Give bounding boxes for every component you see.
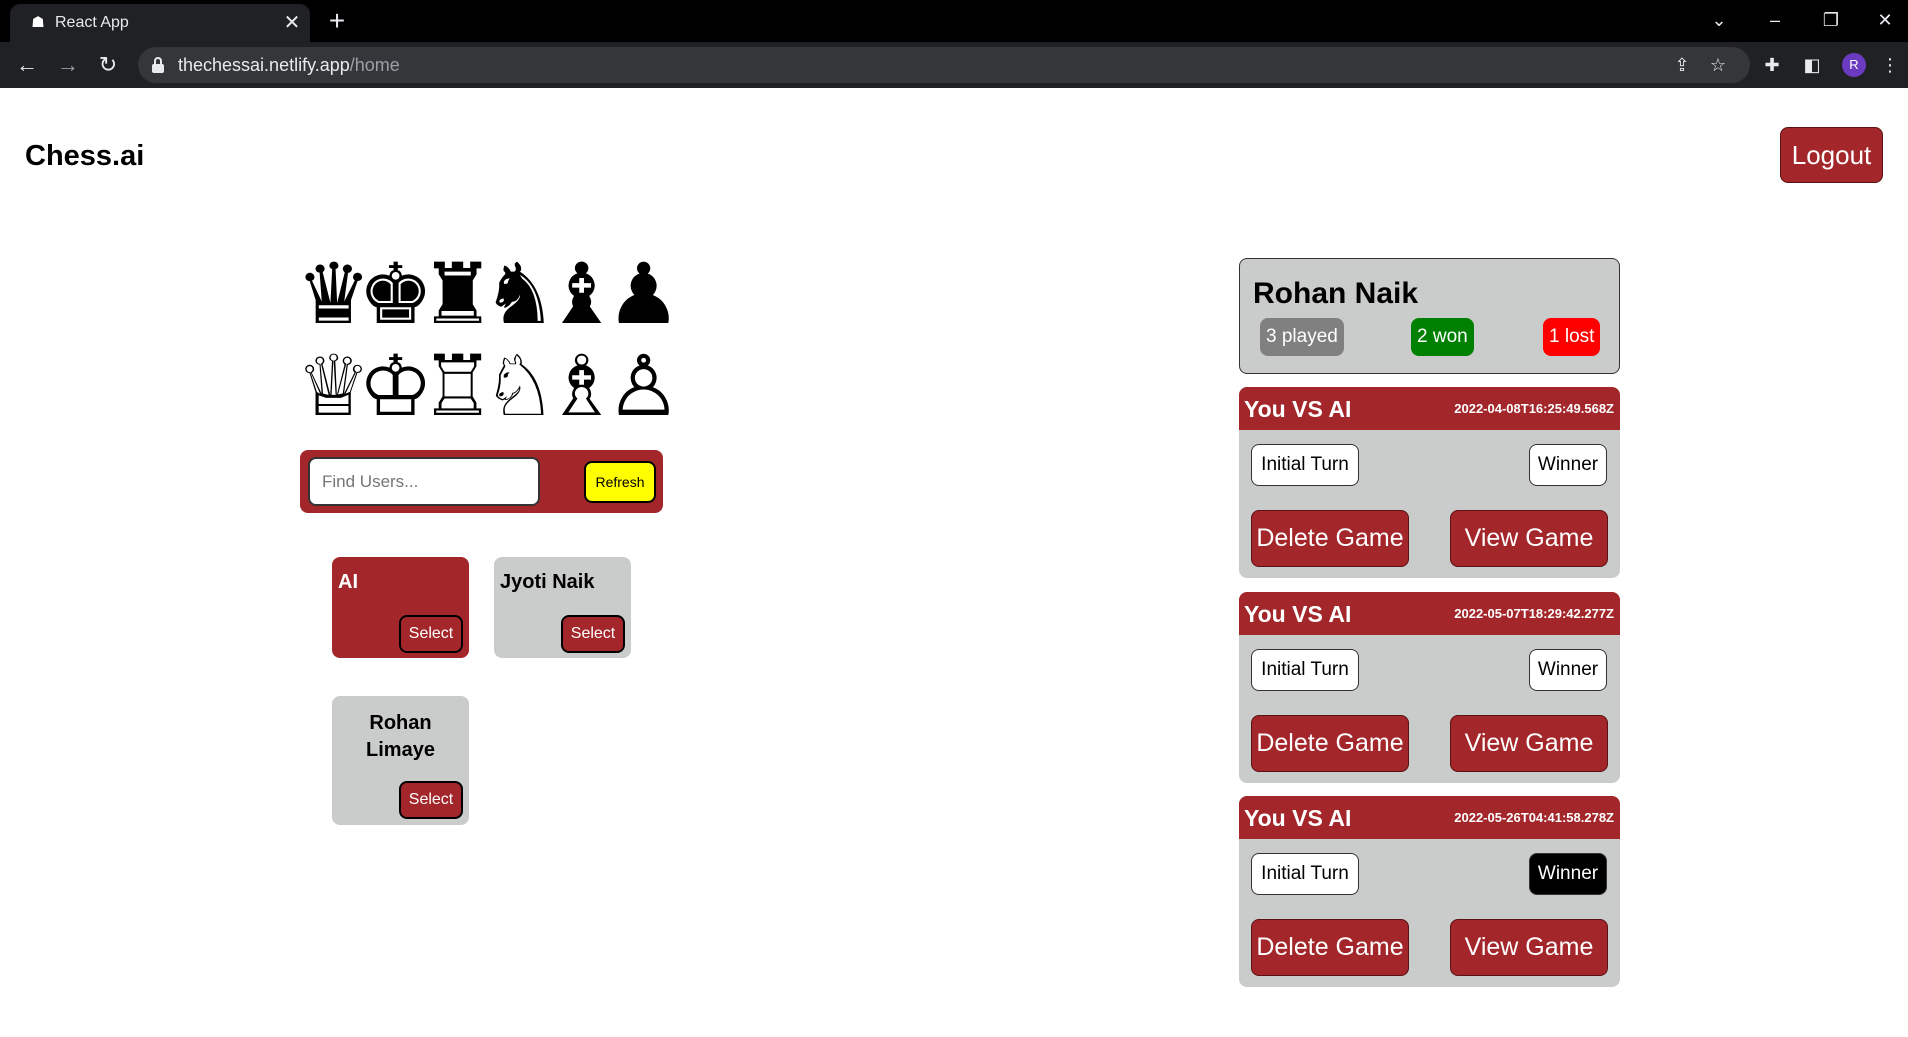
view-game-button[interactable]: View Game [1450,510,1608,567]
game-title: You VS AI [1244,601,1352,627]
black-pawn-icon: ♟ [606,245,682,343]
extensions-icon[interactable]: ✚ [1760,53,1784,77]
user-card-jyoti-naik[interactable]: Jyoti Naik Select [494,557,631,658]
white-pawn-icon: ♙ [606,337,682,435]
lock-icon [152,57,164,73]
game-header: You VS AI 2022-04-08T16:25:49.568Z [1239,387,1620,430]
won-badge: 2 won [1411,318,1474,356]
game-date: 2022-04-08T16:25:49.568Z [1454,401,1614,416]
black-bishop-icon: ♝ [544,245,620,343]
winner-chip: Winner [1529,649,1607,691]
white-queen-icon: ♕ [296,337,372,435]
select-button[interactable]: Select [561,615,625,653]
profile-card: Rohan Naik 3 played 2 won 1 lost [1239,258,1620,374]
game-card: You VS AI 2022-05-07T18:29:42.277Z Initi… [1239,592,1620,783]
profile-name: Rohan Naik [1253,277,1419,310]
winner-chip: Winner [1529,444,1607,486]
game-date: 2022-05-07T18:29:42.277Z [1454,606,1614,621]
game-header: You VS AI 2022-05-26T04:41:58.278Z [1239,796,1620,839]
white-bishop-icon: ♗ [544,337,620,435]
forward-icon[interactable]: → [53,50,83,80]
new-tab-icon[interactable]: + [322,6,352,36]
find-users-input[interactable] [308,457,540,506]
black-rook-icon: ♜ [420,245,496,343]
lost-badge: 1 lost [1543,318,1601,356]
close-window-icon[interactable]: ✕ [1862,4,1908,36]
white-king-icon: ♔ [358,337,434,435]
white-rook-icon: ♖ [420,337,496,435]
browser-tab-bar: ☗ React App ✕ + ⌄ – ❐ ✕ [0,0,1908,42]
refresh-button[interactable]: Refresh [584,461,656,503]
brand-title: Chess.ai [25,140,145,172]
white-pieces-row: ♕ ♔ ♖ ♘ ♗ ♙ [296,337,682,436]
select-button[interactable]: Select [399,615,463,653]
winner-chip: Winner [1529,853,1607,895]
close-tab-icon[interactable]: ✕ [280,11,304,35]
initial-turn-chip: Initial Turn [1251,444,1359,486]
black-pieces-row: ♛ ♚ ♜ ♞ ♝ ♟ [296,245,682,344]
white-knight-icon: ♘ [482,337,558,435]
bookmark-star-icon[interactable]: ☆ [1706,53,1730,77]
reload-icon[interactable]: ↻ [93,50,123,80]
game-date: 2022-05-26T04:41:58.278Z [1454,810,1614,825]
side-panel-icon[interactable]: ◧ [1800,53,1824,77]
url-text: thechessai.netlify.app/home [178,55,400,75]
game-card: You VS AI 2022-05-26T04:41:58.278Z Initi… [1239,796,1620,987]
menu-kebab-icon[interactable]: ⋮ [1878,53,1902,77]
game-card: You VS AI 2022-04-08T16:25:49.568Z Initi… [1239,387,1620,578]
view-game-button[interactable]: View Game [1450,919,1608,976]
delete-game-button[interactable]: Delete Game [1251,919,1409,976]
address-bar[interactable]: thechessai.netlify.app/home ⇪ ☆ [138,47,1750,83]
share-icon[interactable]: ⇪ [1670,53,1694,77]
react-favicon-icon: ☗ [31,14,45,31]
game-title: You VS AI [1244,396,1352,422]
restore-icon[interactable]: ❐ [1808,4,1854,36]
browser-tab[interactable]: ☗ React App ✕ [10,4,310,42]
profile-avatar[interactable]: R [1842,53,1866,77]
browser-toolbar: ← → ↻ thechessai.netlify.app/home ⇪ ☆ ✚ … [0,42,1908,88]
view-game-button[interactable]: View Game [1450,715,1608,772]
logout-button[interactable]: Logout [1780,127,1883,183]
chess-pieces-banner: ♛ ♚ ♜ ♞ ♝ ♟ ♕ ♔ ♖ ♘ ♗ ♙ [296,245,682,436]
game-title: You VS AI [1244,805,1352,831]
delete-game-button[interactable]: Delete Game [1251,510,1409,567]
game-header: You VS AI 2022-05-07T18:29:42.277Z [1239,592,1620,635]
tab-search-icon[interactable]: ⌄ [1696,4,1742,36]
minimize-icon[interactable]: – [1752,4,1798,36]
user-name: Jyoti Naik [500,571,595,593]
select-button[interactable]: Select [399,781,463,819]
tab-title: React App [55,14,129,31]
user-card-ai[interactable]: AI Select [332,557,469,658]
user-card-rohan-limaye[interactable]: Rohan Limaye Select [332,696,469,825]
back-icon[interactable]: ← [12,50,42,80]
played-badge: 3 played [1260,318,1344,356]
black-queen-icon: ♛ [296,245,372,343]
user-search-bar: Refresh [300,450,663,513]
user-name: AI [338,571,358,593]
black-king-icon: ♚ [358,245,434,343]
delete-game-button[interactable]: Delete Game [1251,715,1409,772]
initial-turn-chip: Initial Turn [1251,853,1359,895]
initial-turn-chip: Initial Turn [1251,649,1359,691]
user-name: Rohan Limaye [366,712,435,761]
black-knight-icon: ♞ [482,245,558,343]
